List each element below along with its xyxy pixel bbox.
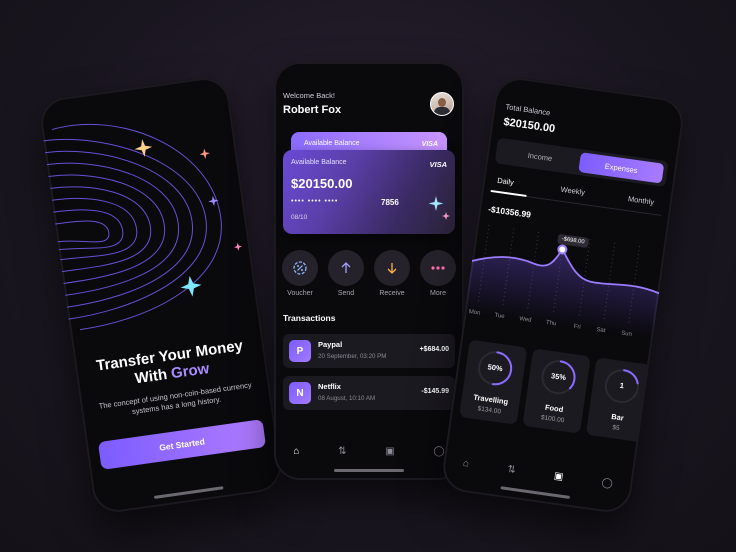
home-icon[interactable]: ⌂ [462, 457, 470, 469]
greeting: Welcome Back! [283, 91, 335, 100]
category-card-bar[interactable]: 1 Bar $5 [585, 357, 655, 443]
netflix-icon: N [289, 382, 311, 404]
profile-icon[interactable]: ◯ [601, 477, 614, 489]
day-label: Thu [546, 320, 557, 327]
day-label: Sun [621, 331, 632, 338]
receive-action[interactable]: Receive [372, 250, 412, 297]
arrow-up-icon [328, 250, 364, 286]
tab-expenses[interactable]: Expenses [578, 152, 665, 184]
voucher-action[interactable]: Voucher [280, 250, 320, 297]
day-label: Sat [596, 327, 606, 334]
transaction-date: 08 August, 10:10 AM [318, 395, 376, 402]
transaction-row[interactable]: P Paypal 20 September, 03:20 PM +$684.00 [283, 334, 455, 368]
card-label: Available Balance [304, 140, 360, 147]
wave-illustration [43, 123, 243, 331]
home-indicator [500, 486, 571, 499]
action-label: Receive [379, 290, 405, 297]
action-label: More [430, 290, 446, 297]
income-expense-toggle: Income Expenses [494, 137, 669, 188]
card-label: Available Balance [291, 159, 347, 166]
card-number-masked: •••• •••• •••• [291, 198, 339, 205]
action-label: Send [337, 290, 355, 297]
transaction-date: 20 September, 03:20 PM [318, 353, 387, 360]
profile-icon[interactable]: ◯ [433, 446, 444, 457]
period-daily[interactable]: Daily [497, 176, 515, 187]
period-indicator [490, 189, 527, 197]
onboarding-screen: Transfer Your Money With Grow The concep… [37, 74, 285, 516]
sparkle-icon [428, 196, 450, 220]
user-name: Robert Fox [283, 104, 342, 116]
arrow-down-icon [374, 250, 410, 286]
home-indicator [153, 486, 224, 499]
more-action[interactable]: More [418, 250, 458, 297]
transfer-icon[interactable]: ⇅ [507, 464, 517, 476]
voucher-icon [282, 250, 318, 286]
transaction-amount: -$145.99 [421, 388, 449, 395]
day-label: Fri [573, 324, 581, 331]
transactions-title: Transactions [283, 313, 336, 323]
total-balance-value: $20150.00 [502, 116, 556, 136]
bottom-nav: ⌂ ⇅ ▣ ◯ [274, 440, 464, 462]
total-balance-label: Total Balance [505, 102, 551, 118]
chart-icon[interactable]: ▣ [385, 446, 394, 457]
transaction-row[interactable]: N Netflix 08 August, 10:10 AM -$145.99 [283, 376, 455, 410]
balance-card[interactable]: Available Balance VISA $20150.00 •••• ••… [283, 150, 455, 234]
get-started-button[interactable]: Get Started [97, 419, 267, 470]
visa-logo: VISA [421, 141, 438, 148]
send-action[interactable]: Send [326, 250, 366, 297]
chart-point [557, 244, 568, 255]
transfer-icon[interactable]: ⇅ [338, 446, 346, 457]
category-card-food[interactable]: 35% Food $100.00 [522, 348, 591, 434]
card-last4: 7856 [381, 198, 399, 207]
statistics-screen: Total Balance $20150.00 Income Expenses … [439, 74, 687, 516]
more-icon [420, 250, 456, 286]
visa-logo: VISA [429, 160, 447, 169]
title-prefix: With [133, 365, 173, 388]
card-expiry: 08/10 [291, 214, 308, 221]
home-screen: Welcome Back! Robert Fox Available Balan… [274, 62, 464, 480]
card-balance: $20150.00 [291, 176, 353, 191]
tab-income[interactable]: Income [501, 143, 578, 169]
quick-actions: Voucher Send Receive More [280, 250, 458, 297]
chart-icon[interactable]: ▣ [553, 470, 564, 482]
day-label: Tue [494, 313, 506, 320]
home-icon[interactable]: ⌂ [293, 446, 299, 457]
bottom-nav: ⌂ ⇅ ▣ ◯ [442, 449, 633, 497]
day-label: Mon [468, 309, 480, 317]
action-label: Voucher [287, 290, 313, 297]
transaction-name: Paypal [318, 340, 343, 349]
paypal-icon: P [289, 340, 311, 362]
home-indicator [334, 469, 404, 472]
transaction-amount: +$684.00 [419, 346, 449, 353]
period-weekly[interactable]: Weekly [560, 185, 585, 197]
day-label: Wed [519, 316, 532, 324]
transaction-name: Netflix [318, 382, 341, 391]
avatar[interactable] [430, 92, 454, 116]
category-card-travelling[interactable]: 50% Travelling $134.00 [459, 339, 528, 425]
period-monthly[interactable]: Monthly [627, 194, 654, 207]
